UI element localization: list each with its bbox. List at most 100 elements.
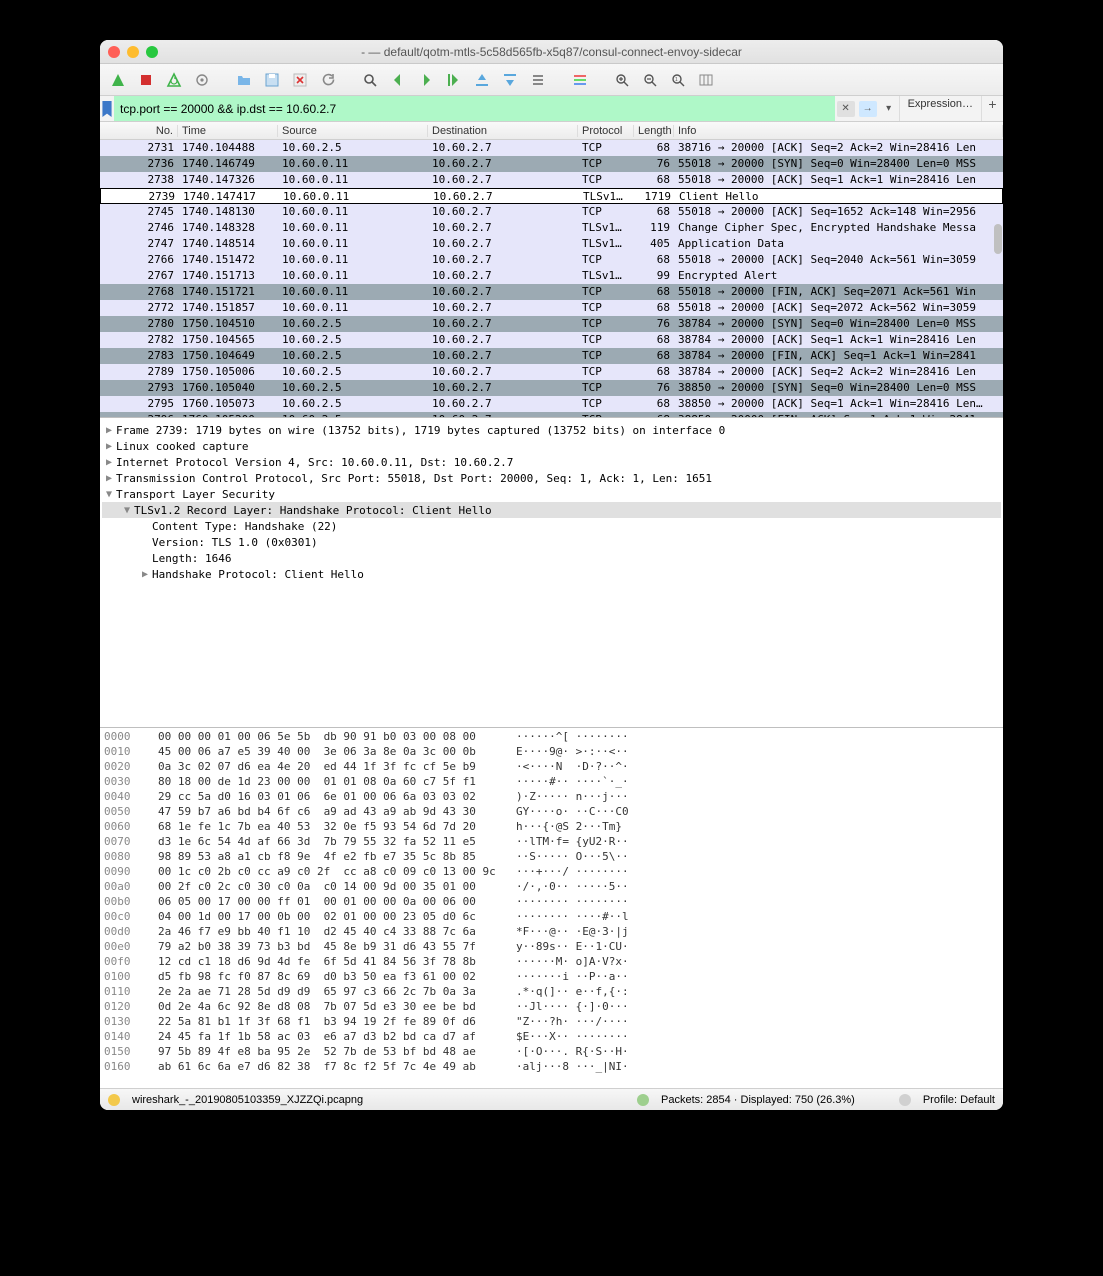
profile-label[interactable]: Profile: Default [923,1094,995,1106]
tree-toggle-icon[interactable] [102,441,116,452]
packet-row[interactable]: 27471740.14851410.60.0.1110.60.2.7TLSv1…… [100,236,1003,252]
detail-row[interactable]: Version: TLS 1.0 (0x0301) [102,534,1001,550]
detail-row[interactable]: Length: 1646 [102,550,1001,566]
packet-row[interactable]: 27661740.15147210.60.0.1110.60.2.7TCP685… [100,252,1003,268]
packet-list-scrollbar[interactable] [994,150,1002,415]
packet-row[interactable]: 27671740.15171310.60.0.1110.60.2.7TLSv1…… [100,268,1003,284]
hex-row[interactable]: 009000 1c c0 2b c0 cc a9 c0 2f cc a8 c0 … [104,865,999,880]
hex-row[interactable]: 00c004 00 1d 00 17 00 0b 00 02 01 00 00 … [104,910,999,925]
packet-row[interactable]: 27801750.10451010.60.2.510.60.2.7TCP7638… [100,316,1003,332]
hex-row[interactable]: 00b006 05 00 17 00 00 ff 01 00 01 00 00 … [104,895,999,910]
detail-row[interactable]: Transport Layer Security [102,486,1001,502]
stop-capture-button[interactable] [134,68,158,92]
hex-row[interactable]: 00200a 3c 02 07 d6 ea 4e 20 ed 44 1f 3f … [104,760,999,775]
filter-bookmark-button[interactable] [100,96,114,121]
hex-row[interactable]: 01200d 2e 4a 6c 92 8e d8 08 7b 07 5d e3 … [104,1000,999,1015]
recent-filters-button[interactable]: ▾ [881,101,897,117]
hex-row[interactable]: 00a000 2f c0 2c c0 30 c0 0a c0 14 00 9d … [104,880,999,895]
packet-row[interactable]: 27931760.10504010.60.2.510.60.2.7TCP7638… [100,380,1003,396]
col-header-dst[interactable]: Destination [428,125,578,137]
hex-row[interactable]: 00d02a 46 f7 e9 bb 40 f1 10 d2 45 40 c4 … [104,925,999,940]
find-packet-button[interactable] [358,68,382,92]
detail-row[interactable]: Linux cooked capture [102,438,1001,454]
packet-row[interactable]: 27721740.15185710.60.0.1110.60.2.7TCP685… [100,300,1003,316]
zoom-out-button[interactable] [638,68,662,92]
detail-row[interactable]: Frame 2739: 1719 bytes on wire (13752 bi… [102,422,1001,438]
colorize-button[interactable] [568,68,592,92]
col-header-src[interactable]: Source [278,125,428,137]
apply-filter-button[interactable]: → [859,101,877,117]
hex-row[interactable]: 0070d3 1e 6c 54 4d af 66 3d 7b 79 55 32 … [104,835,999,850]
close-file-button[interactable] [288,68,312,92]
close-window-button[interactable] [108,46,120,58]
resize-columns-button[interactable] [694,68,718,92]
packet-details-pane[interactable]: Frame 2739: 1719 bytes on wire (13752 bi… [100,418,1003,728]
packet-row[interactable]: 27831750.10464910.60.2.510.60.2.7TCP6838… [100,348,1003,364]
col-header-no[interactable]: No. [118,125,178,137]
packet-row[interactable]: 27361740.14674910.60.0.1110.60.2.7TCP765… [100,156,1003,172]
packet-row[interactable]: 27891750.10500610.60.2.510.60.2.7TCP6838… [100,364,1003,380]
packet-list-header[interactable]: No. Time Source Destination Protocol Len… [100,122,1003,140]
tree-toggle-icon[interactable] [138,569,152,580]
clear-filter-button[interactable]: ✕ [837,101,855,117]
zoom-reset-button[interactable]: 1 [666,68,690,92]
go-to-packet-button[interactable] [442,68,466,92]
restart-capture-button[interactable] [162,68,186,92]
col-header-info[interactable]: Info [674,125,1003,137]
go-to-last-button[interactable] [498,68,522,92]
hex-row[interactable]: 00f012 cd c1 18 d6 9d 4d fe 6f 5d 41 84 … [104,955,999,970]
packet-row[interactable]: 27821750.10456510.60.2.510.60.2.7TCP6838… [100,332,1003,348]
expert-info-icon[interactable] [108,1094,120,1106]
zoom-in-button[interactable] [610,68,634,92]
hex-row[interactable]: 013022 5a 81 b1 1f 3f 68 f1 b3 94 19 2f … [104,1015,999,1030]
tree-toggle-icon[interactable] [102,489,116,500]
packet-row[interactable]: 27451740.14813010.60.0.1110.60.2.7TCP685… [100,204,1003,220]
packet-row[interactable]: 27951760.10507310.60.2.510.60.2.7TCP6838… [100,396,1003,412]
packet-row[interactable]: 27391740.14741710.60.0.1110.60.2.7TLSv1…… [100,188,1003,204]
detail-row[interactable]: Transmission Control Protocol, Src Port:… [102,470,1001,486]
col-header-time[interactable]: Time [178,125,278,137]
tree-toggle-icon[interactable] [102,425,116,436]
add-filter-button[interactable]: + [981,96,1003,121]
open-file-button[interactable] [232,68,256,92]
hex-row[interactable]: 015097 5b 89 4f e8 ba 95 2e 52 7b de 53 … [104,1045,999,1060]
go-to-first-button[interactable] [470,68,494,92]
col-header-proto[interactable]: Protocol [578,125,634,137]
packet-row[interactable]: 27381740.14732610.60.0.1110.60.2.7TCP685… [100,172,1003,188]
packet-row[interactable]: 27681740.15172110.60.0.1110.60.2.7TCP685… [100,284,1003,300]
hex-row[interactable]: 003080 18 00 de 1d 23 00 00 01 01 08 0a … [104,775,999,790]
hex-row[interactable]: 0100d5 fb 98 fc f0 87 8c 69 d0 b3 50 ea … [104,970,999,985]
tree-toggle-icon[interactable] [120,505,134,516]
display-filter-input[interactable] [114,96,835,121]
packet-bytes-pane[interactable]: 000000 00 00 01 00 06 5e 5b db 90 91 b0 … [100,728,1003,1088]
hex-row[interactable]: 014024 45 fa 1f 1b 58 ac 03 e6 a7 d3 b2 … [104,1030,999,1045]
hex-row[interactable]: 006068 1e fe 1c 7b ea 40 53 32 0e f5 93 … [104,820,999,835]
capture-options-button[interactable] [190,68,214,92]
save-file-button[interactable] [260,68,284,92]
filter-expression-button[interactable]: Expression… [899,96,981,121]
hex-row[interactable]: 0160ab 61 6c 6a e7 d6 82 38 f7 8c f2 5f … [104,1060,999,1075]
start-capture-button[interactable] [106,68,130,92]
col-header-len[interactable]: Length [634,125,674,137]
hex-row[interactable]: 004029 cc 5a d0 16 03 01 06 6e 01 00 06 … [104,790,999,805]
hex-row[interactable]: 005047 59 b7 a6 bd b4 6f c6 a9 ad 43 a9 … [104,805,999,820]
packet-row[interactable]: 27461740.14832810.60.0.1110.60.2.7TLSv1…… [100,220,1003,236]
tree-toggle-icon[interactable] [102,457,116,468]
go-forward-button[interactable] [414,68,438,92]
reload-button[interactable] [316,68,340,92]
detail-row[interactable]: TLSv1.2 Record Layer: Handshake Protocol… [102,502,1001,518]
auto-scroll-button[interactable] [526,68,550,92]
minimize-window-button[interactable] [127,46,139,58]
zoom-window-button[interactable] [146,46,158,58]
hex-row[interactable]: 008098 89 53 a8 a1 cb f8 9e 4f e2 fb e7 … [104,850,999,865]
hex-row[interactable]: 00e079 a2 b0 38 39 73 b3 bd 45 8e b9 31 … [104,940,999,955]
detail-row[interactable]: Internet Protocol Version 4, Src: 10.60.… [102,454,1001,470]
detail-row[interactable]: Content Type: Handshake (22) [102,518,1001,534]
detail-row[interactable]: Handshake Protocol: Client Hello [102,566,1001,582]
packet-row[interactable]: 27311740.10448810.60.2.510.60.2.7TCP6838… [100,140,1003,156]
hex-row[interactable]: 001045 00 06 a7 e5 39 40 00 3e 06 3a 8e … [104,745,999,760]
hex-row[interactable]: 000000 00 00 01 00 06 5e 5b db 90 91 b0 … [104,730,999,745]
tree-toggle-icon[interactable] [102,473,116,484]
packet-row[interactable]: 27961760.10520010.60.2.510.60.2.7TCP6838… [100,412,1003,417]
go-back-button[interactable] [386,68,410,92]
